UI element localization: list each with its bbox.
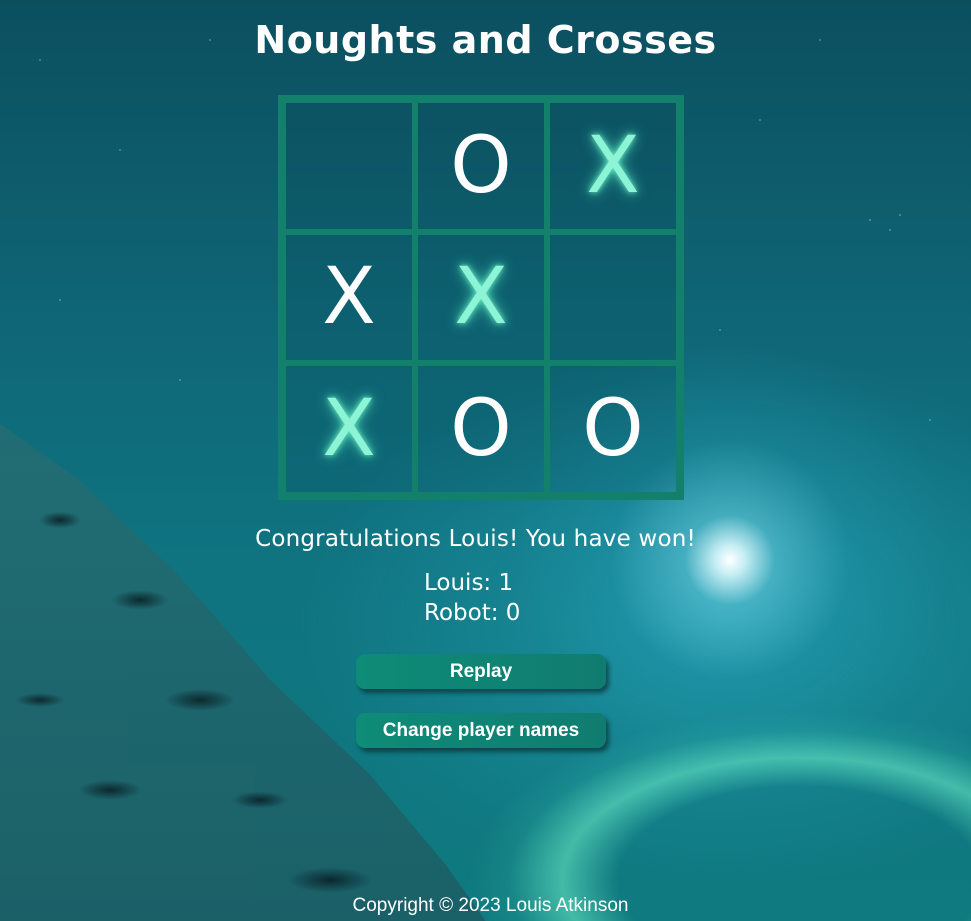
game-board: O X X X X O O xyxy=(278,95,684,500)
board-cell-9[interactable]: O xyxy=(547,363,679,495)
board-cell-2[interactable]: O xyxy=(415,100,547,232)
board-cell-6[interactable] xyxy=(547,231,679,364)
board-cell-8[interactable]: O xyxy=(415,363,547,495)
replay-button[interactable]: Replay xyxy=(356,654,606,689)
board-cell-4[interactable]: X xyxy=(283,231,415,364)
board-cell-7[interactable]: X xyxy=(283,363,415,495)
change-player-names-button[interactable]: Change player names xyxy=(356,713,606,748)
scoreboard: Louis: 1 Robot: 0 xyxy=(424,568,520,628)
page-title: Noughts and Crosses xyxy=(254,18,717,62)
board-cell-5[interactable]: X xyxy=(415,231,547,364)
win-message: Congratulations Louis! You have won! xyxy=(255,526,696,552)
board-cell-1[interactable] xyxy=(283,100,415,232)
robot-score: Robot: 0 xyxy=(424,600,521,626)
footer-copyright: Copyright © 2023 Louis Atkinson xyxy=(352,895,629,916)
board-cell-3[interactable]: X xyxy=(547,100,679,232)
player-score: Louis: 1 xyxy=(424,570,514,596)
